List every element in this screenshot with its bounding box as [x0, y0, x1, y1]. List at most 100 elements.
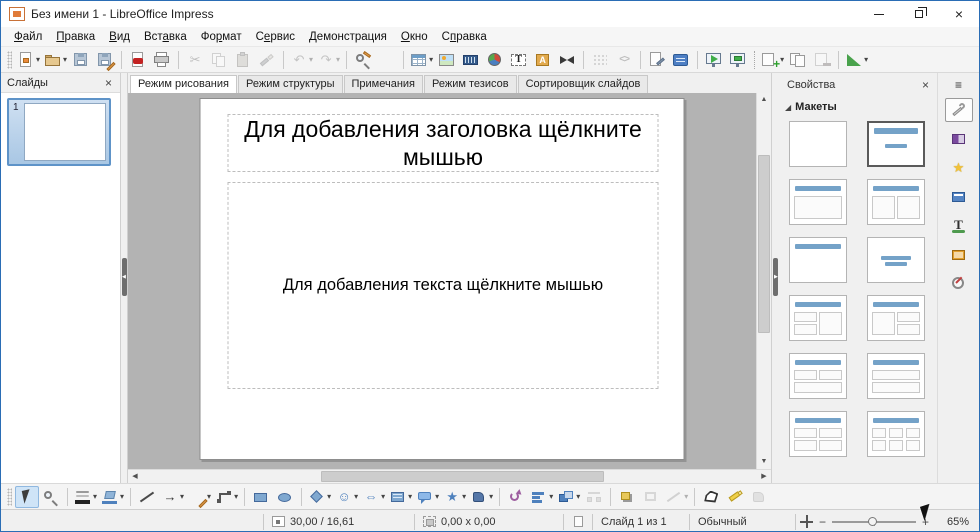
layout-title-slide[interactable]	[867, 121, 925, 167]
zoom-slider-knob[interactable]	[868, 517, 877, 526]
layout-four-content[interactable]	[789, 411, 847, 457]
status-slide-number[interactable]: Слайд 1 из 1	[593, 510, 689, 532]
menu-insert[interactable]: Вставка	[137, 29, 194, 45]
vertical-scroll-thumb[interactable]	[758, 155, 770, 333]
status-modified-indicator[interactable]	[564, 510, 592, 532]
dropdown-arrow-icon[interactable]: ▾	[63, 55, 67, 64]
callout-shapes-button[interactable]: ▾	[414, 486, 441, 508]
glue-points-tool-button[interactable]	[723, 486, 747, 508]
zoom-slider[interactable]	[832, 521, 916, 523]
slide-thumbnail-1[interactable]: 1	[7, 98, 111, 166]
insert-hyperlink-button[interactable]	[555, 49, 579, 71]
menu-tools[interactable]: Сервис	[249, 29, 302, 45]
zoom-out-icon[interactable]: −	[819, 516, 826, 528]
layouts-section-header[interactable]: ◢ Макеты	[779, 97, 937, 117]
close-button[interactable]: ×	[939, 1, 979, 27]
dropdown-arrow-icon[interactable]: ▾	[864, 55, 868, 64]
view-tab-handout[interactable]: Режим тезисов	[424, 75, 517, 93]
slide-layout-button[interactable]: ▾	[843, 49, 870, 71]
menu-view[interactable]: Вид	[102, 29, 137, 45]
sidebar-splitter[interactable]	[771, 73, 779, 483]
insert-image-button[interactable]	[435, 49, 459, 71]
spelling-button[interactable]	[375, 49, 399, 71]
restore-button[interactable]	[899, 1, 939, 27]
view-tab-sorter[interactable]: Сортировщик слайдов	[518, 75, 649, 93]
toolbar-grip[interactable]	[7, 51, 12, 69]
block-arrows-button[interactable]: ⇔▾	[360, 486, 387, 508]
symbol-shapes-button[interactable]: ☺▾	[333, 486, 360, 508]
shadow-button[interactable]	[615, 486, 639, 508]
star-shapes-button[interactable]: ★▾	[441, 486, 468, 508]
rotate-button[interactable]	[504, 486, 528, 508]
fit-slide-icon[interactable]	[800, 515, 813, 528]
menu-help[interactable]: Справка	[435, 29, 494, 45]
minimize-button[interactable]	[859, 1, 899, 27]
menu-edit[interactable]: Правка	[49, 29, 102, 45]
edit-points-button[interactable]	[699, 486, 723, 508]
display-views-button[interactable]	[669, 49, 693, 71]
zoom-percent[interactable]: 65%	[935, 516, 969, 528]
basic-shapes-button[interactable]: ▾	[306, 486, 333, 508]
dropdown-arrow-icon[interactable]: ▾	[408, 492, 412, 501]
layout-two-content-over-content[interactable]	[789, 353, 847, 399]
dropdown-arrow-icon[interactable]: ▾	[327, 492, 331, 501]
3d-objects-button[interactable]: ▾	[468, 486, 495, 508]
line-style-button[interactable]: ▾	[72, 486, 99, 508]
rectangle-button[interactable]	[249, 486, 273, 508]
sidebar-close-icon[interactable]: ×	[920, 79, 931, 91]
insert-fontwork-button[interactable]: A	[531, 49, 555, 71]
title-placeholder[interactable]: Для добавления заголовка щёлкните мышью	[228, 114, 659, 172]
ellipse-button[interactable]	[273, 486, 297, 508]
scroll-up-icon[interactable]: ▲	[757, 93, 771, 107]
export-pdf-button[interactable]	[126, 49, 150, 71]
dropdown-arrow-icon[interactable]: ▾	[354, 492, 358, 501]
dropdown-arrow-icon[interactable]: ▾	[780, 55, 784, 64]
dropdown-arrow-icon[interactable]: ▾	[435, 492, 439, 501]
menu-file[interactable]: Файл	[7, 29, 49, 45]
menu-window[interactable]: Окно	[394, 29, 435, 45]
insert-media-button[interactable]	[459, 49, 483, 71]
sidebar-menu-icon[interactable]: ≡	[947, 76, 971, 94]
insert-line-button[interactable]	[135, 486, 159, 508]
layout-content-left-two-content-right[interactable]	[867, 295, 925, 341]
insert-chart-button[interactable]	[483, 49, 507, 71]
dropdown-arrow-icon[interactable]: ▾	[462, 492, 466, 501]
start-from-current-slide-button[interactable]	[726, 49, 750, 71]
slides-panel-splitter[interactable]	[121, 73, 128, 483]
layout-blank[interactable]	[789, 121, 847, 167]
save-button[interactable]	[69, 49, 93, 71]
menu-format[interactable]: Формат	[194, 29, 249, 45]
dropdown-arrow-icon[interactable]: ▾	[309, 55, 313, 64]
status-cursor-position[interactable]: 30,00 / 16,61	[264, 510, 414, 532]
curve-button[interactable]: ▾	[186, 486, 213, 508]
menu-slideshow[interactable]: Демонстрация	[302, 29, 394, 45]
insert-textbox-button[interactable]: T	[507, 49, 531, 71]
section-collapse-icon[interactable]: ◢	[785, 103, 791, 112]
layout-title-two-content[interactable]	[867, 179, 925, 225]
select-tool-button[interactable]	[15, 486, 39, 508]
dropdown-arrow-icon[interactable]: ▾	[36, 55, 40, 64]
dropdown-arrow-icon[interactable]: ▾	[234, 492, 238, 501]
start-from-first-slide-button[interactable]	[702, 49, 726, 71]
sidebar-tab-styles[interactable]: T	[945, 214, 973, 238]
dropdown-arrow-icon[interactable]: ▾	[489, 492, 493, 501]
dropdown-arrow-icon[interactable]: ▾	[549, 492, 553, 501]
save-as-button[interactable]	[93, 49, 117, 71]
arrange-button[interactable]: ▾	[555, 486, 582, 508]
slide-canvas[interactable]: Для добавления заголовка щёлкните мышью …	[128, 93, 756, 469]
dropdown-arrow-icon[interactable]: ▾	[180, 492, 184, 501]
status-slide-style[interactable]: Обычный	[690, 510, 795, 532]
view-tab-drawing[interactable]: Режим рисования	[130, 75, 237, 94]
dropdown-arrow-icon[interactable]: ▾	[120, 492, 124, 501]
find-replace-button[interactable]	[351, 49, 375, 71]
layout-title-content[interactable]	[789, 179, 847, 225]
layout-six-content[interactable]	[867, 411, 925, 457]
sidebar-tab-properties[interactable]	[945, 98, 973, 122]
scroll-right-icon[interactable]: ▶	[757, 470, 771, 483]
duplicate-slide-button[interactable]	[786, 49, 810, 71]
layout-two-content-left-content-right[interactable]	[789, 295, 847, 341]
vertical-scrollbar[interactable]: ▲ ▼	[756, 93, 771, 469]
horizontal-scroll-thumb[interactable]	[321, 471, 604, 482]
sidebar-splitter-grip[interactable]	[773, 258, 778, 296]
new-slide-button[interactable]: +▾	[759, 49, 786, 71]
